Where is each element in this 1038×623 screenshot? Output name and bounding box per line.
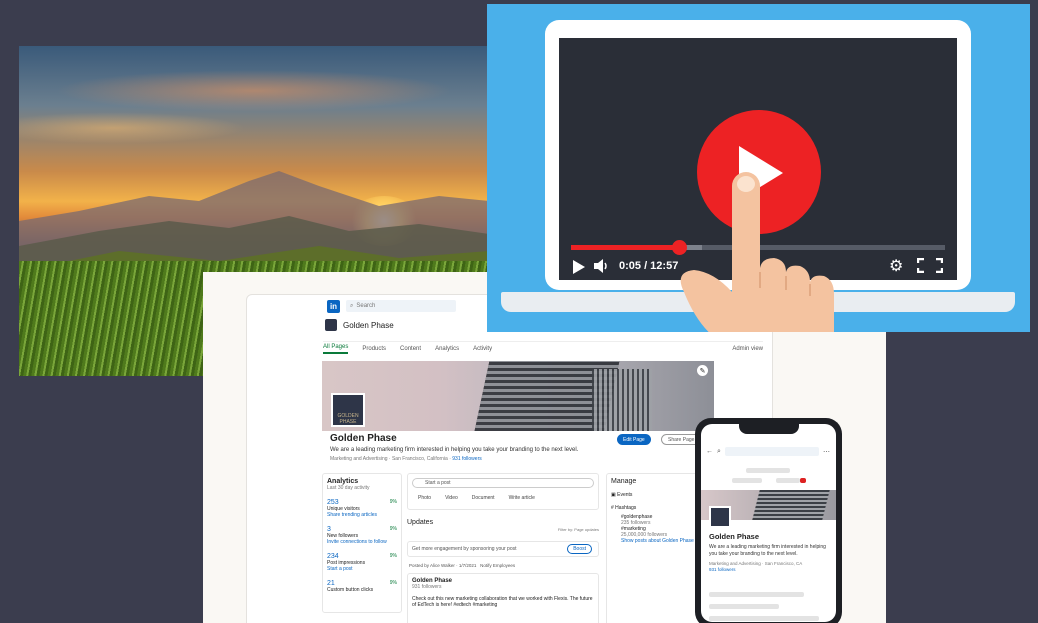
search-input[interactable]: ⌕ Search (346, 300, 456, 312)
placeholder-line (746, 468, 790, 473)
stat-link[interactable]: Share trending articles (327, 512, 397, 518)
company-tagline: We are a leading marketing firm interest… (330, 447, 579, 453)
sponsor-banner: Get more engagement by sponsoring your p… (407, 541, 599, 557)
stat-post-impressions: 9% 234 Post impressions Start a post (327, 553, 397, 572)
phone-mockup: ← ⌕ ⋯ Golden Phase We are a leading mark… (695, 418, 842, 623)
edit-page-button[interactable]: Edit Page (617, 434, 651, 445)
placeholder-line (732, 478, 762, 483)
boost-button[interactable]: Boost (567, 544, 592, 554)
placeholder-line (709, 604, 779, 609)
post-text: Check out this new marketing collaborati… (412, 596, 593, 608)
stat-value: 253 (327, 499, 339, 506)
posted-by: Posted by Alice Walker · 1/7/2021 Notify… (409, 563, 515, 568)
admin-view-dropdown[interactable]: Admin view (732, 346, 763, 352)
company-name: Golden Phase (330, 433, 397, 444)
stat-new-followers: 9% 3 New followers Invite connections to… (327, 526, 397, 545)
company-logo: GOLDEN PHASE (331, 393, 365, 427)
feed-column: Start a post Photo Video Document Write … (407, 473, 599, 623)
start-post-input[interactable]: Start a post (412, 478, 594, 488)
analytics-panel: Analytics Last 30 day activity 9% 253 Un… (322, 473, 402, 613)
tab-all-pages[interactable]: All Pages (323, 344, 349, 354)
phone-company-name: Golden Phase (709, 532, 760, 541)
phone-search-input[interactable] (724, 447, 819, 456)
stat-unique-visitors: 9% 253 Unique visitors Share trending ar… (327, 499, 397, 518)
post-composer: Start a post Photo Video Document Write … (407, 473, 599, 510)
phone-company-tagline: We are a leading marketing firm interest… (709, 544, 826, 557)
stat-button-clicks: 9% 21 Custom button clicks (327, 580, 397, 593)
tab-analytics[interactable]: Analytics (435, 346, 459, 352)
settings-icon[interactable]: ⚙ (889, 256, 903, 276)
tab-activity[interactable]: Activity (473, 346, 492, 352)
company-meta-text: Marketing and Advertising · San Francisc… (330, 456, 451, 462)
tab-content[interactable]: Content (400, 346, 421, 352)
phone-tabs (706, 466, 830, 486)
write-article-button[interactable]: Write article (509, 495, 535, 501)
search-icon: ⌕ (350, 302, 354, 309)
stat-value: 3 (327, 526, 331, 533)
stat-link[interactable]: Start a post (327, 566, 397, 572)
phone-topbar: ← ⌕ ⋯ (706, 446, 830, 457)
play-icon[interactable] (573, 260, 585, 274)
back-arrow-icon[interactable]: ← (706, 448, 713, 455)
events-label: Events (617, 492, 633, 498)
volume-icon[interactable] (594, 258, 608, 274)
post-followers: 931 followers (412, 584, 442, 590)
stat-percent: 9% (389, 553, 397, 559)
hand-pointer-icon (680, 172, 834, 332)
document-button[interactable]: Document (472, 495, 495, 501)
stat-percent: 9% (389, 580, 397, 586)
search-icon[interactable]: ⌕ (717, 448, 721, 456)
phone-notch (739, 424, 799, 434)
video-player-illustration: 0:05 / 12:57 ⚙ (487, 4, 1030, 332)
building (752, 490, 830, 520)
followers-link[interactable]: 931 followers (452, 456, 481, 462)
phone-screen: ← ⌕ ⋯ Golden Phase We are a leading mark… (701, 424, 836, 622)
sponsor-text: Get more engagement by sponsoring your p… (412, 546, 517, 552)
stat-percent: 9% (389, 499, 397, 505)
linkedin-window: in ⌕ Search Golden Phase All Pages Produ… (246, 294, 773, 623)
stat-link[interactable]: Invite connections to follow (327, 539, 397, 545)
page-tabs: All Pages Products Content Analytics Act… (323, 341, 763, 355)
building (592, 369, 652, 431)
photo-button[interactable]: Photo (418, 495, 431, 501)
progress-fill (571, 245, 680, 250)
edit-pencil-icon[interactable]: ✎ (697, 365, 708, 376)
notify-employees-button[interactable]: Notify Employees (480, 563, 515, 568)
time-display: 0:05 / 12:57 (619, 260, 679, 272)
stat-value: 21 (327, 580, 335, 587)
stat-value: 234 (327, 553, 339, 560)
cover-image: ✎ (322, 361, 714, 431)
page-header: Golden Phase (325, 319, 394, 331)
hashtags-label: Hashtags (615, 505, 637, 511)
placeholder-line (709, 616, 819, 621)
golden-phase-logo-icon (325, 319, 337, 331)
placeholder-line (776, 478, 800, 483)
stat-percent: 9% (389, 526, 397, 532)
posted-by-text: Posted by Alice Walker · 1/7/2021 (409, 563, 477, 568)
video-button[interactable]: Video (445, 495, 458, 501)
placeholder-line (709, 592, 804, 597)
phone-company-meta: Marketing and Advertising · San Francisc… (709, 561, 802, 573)
linkedin-logo-icon[interactable]: in (327, 299, 340, 313)
notification-badge (800, 478, 806, 483)
search-placeholder: Search (356, 303, 376, 309)
company-meta: Marketing and Advertising · San Francisc… (330, 456, 482, 462)
page-name: Golden Phase (343, 320, 394, 330)
updates-heading: Updates (407, 519, 434, 526)
phone-company-logo (709, 506, 731, 528)
analytics-title: Analytics (327, 478, 359, 485)
stat-label: Custom button clicks (327, 587, 374, 593)
fullscreen-icon[interactable] (917, 258, 943, 273)
tab-products[interactable]: Products (362, 346, 386, 352)
post-card: Golden Phase 931 followers Check out thi… (407, 573, 599, 623)
filter-dropdown[interactable]: Filter by: Page updates (558, 527, 599, 532)
phone-followers-link[interactable]: 931 followers (709, 567, 736, 572)
composer-actions: Photo Video Document Write article (412, 495, 594, 501)
more-icon[interactable]: ⋯ (823, 448, 830, 456)
analytics-subtitle: Last 30 day activity (327, 485, 370, 491)
